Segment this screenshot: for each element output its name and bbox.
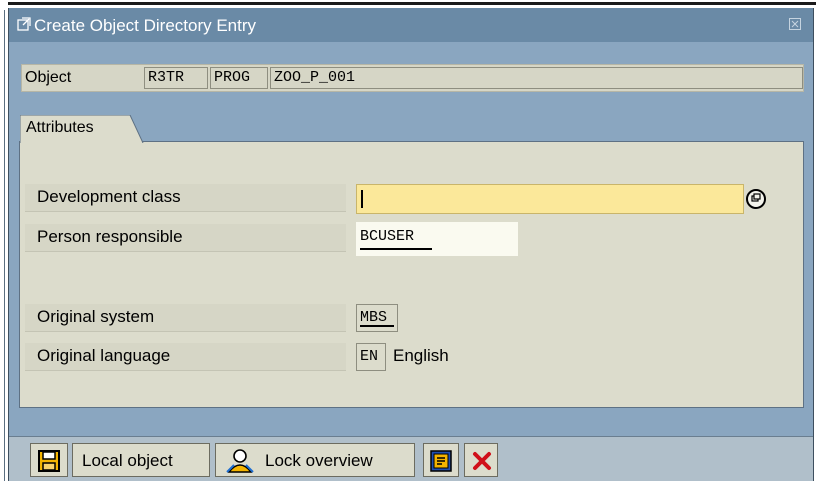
person-responsible-value: BCUSER [360, 228, 415, 245]
cancel-icon [472, 451, 492, 476]
development-class-label: Development class [37, 187, 181, 206]
object-pgmid-field: R3TR [144, 67, 208, 89]
local-object-label: Local object [82, 451, 173, 470]
person-responsible-row: Person responsible [25, 224, 346, 252]
tab-attributes-label: Attributes [26, 119, 94, 136]
display-object-icon [430, 450, 452, 477]
close-icon[interactable] [789, 18, 801, 30]
object-type-field: PROG [210, 67, 268, 89]
object-name-field: ZOO_P_001 [270, 67, 803, 89]
background-divider [4, 10, 5, 481]
original-system-value: MBS [360, 309, 388, 326]
field-underline [360, 325, 394, 327]
tab-attributes: Attributes [20, 115, 144, 143]
original-system-field: MBS [356, 304, 398, 332]
value-help-icon[interactable] [745, 184, 767, 214]
original-language-text: English [393, 346, 449, 365]
original-system-label: Original system [37, 307, 155, 326]
cancel-button[interactable] [464, 443, 498, 477]
attributes-group: Attributes Development class Person resp… [19, 115, 804, 408]
application-toolbar: Local object Lock overview [9, 436, 813, 481]
save-button[interactable] [30, 443, 68, 477]
object-label: Object [25, 69, 72, 86]
original-language-field: EN [356, 343, 386, 371]
original-language-row: Original language [25, 343, 346, 371]
window-top-border [8, 2, 816, 5]
new-window-icon [17, 17, 31, 31]
lock-overview-button[interactable]: Lock overview [215, 443, 415, 477]
local-object-button[interactable]: Local object [72, 443, 210, 477]
development-class-row: Development class [25, 184, 346, 212]
original-language-code: EN [360, 348, 379, 365]
user-lock-icon [225, 448, 255, 479]
title-bar[interactable]: Create Object Directory Entry [9, 8, 813, 42]
display-object-button[interactable] [423, 443, 459, 477]
dialog-window: Create Object Directory Entry Object R3T… [8, 8, 814, 481]
original-language-label: Original language [37, 346, 171, 365]
lock-overview-label: Lock overview [265, 451, 373, 470]
text-cursor [361, 190, 363, 208]
development-class-input[interactable] [356, 184, 744, 214]
original-system-row: Original system [25, 304, 346, 332]
person-responsible-label: Person responsible [37, 227, 183, 246]
field-underline [360, 248, 432, 250]
save-icon [38, 450, 60, 477]
person-responsible-input[interactable]: BCUSER [356, 222, 518, 256]
window-title: Create Object Directory Entry [34, 16, 257, 35]
object-row: Object R3TR PROG ZOO_P_001 [21, 64, 804, 92]
